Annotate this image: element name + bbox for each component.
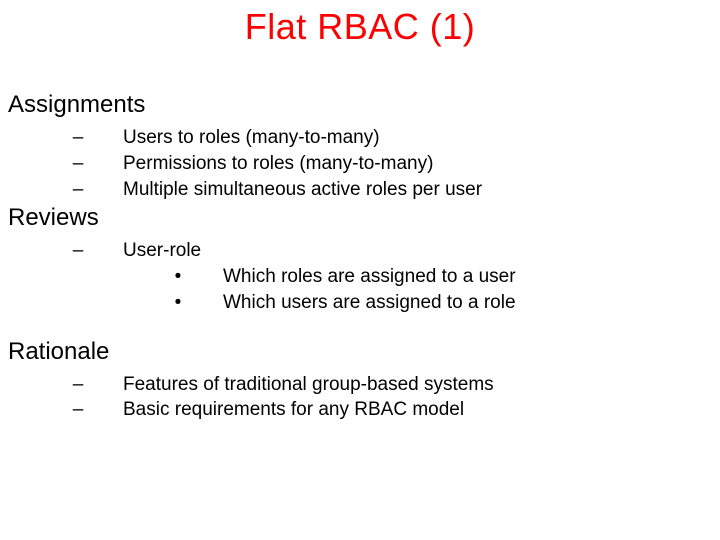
dash-icon: – [63, 239, 93, 263]
list-item: – Users to roles (many-to-many) [8, 126, 708, 150]
list-item-text: Basic requirements for any RBAC model [123, 398, 464, 422]
section-heading-rationale: Rationale [8, 337, 708, 367]
list-item: – Basic requirements for any RBAC model [8, 398, 708, 422]
sub-list-item-text: Which roles are assigned to a user [223, 265, 516, 289]
sub-list-item: • Which users are assigned to a role [8, 291, 708, 315]
slide-title: Flat RBAC (1) [0, 6, 720, 48]
slide-body: Assignments – Users to roles (many-to-ma… [8, 90, 708, 424]
list-item: – Multiple simultaneous active roles per… [8, 178, 708, 202]
list-item: – Features of traditional group-based sy… [8, 373, 708, 397]
dash-icon: – [63, 152, 93, 176]
sub-list-item: • Which roles are assigned to a user [8, 265, 708, 289]
slide: Flat RBAC (1) Assignments – Users to rol… [0, 0, 720, 540]
section-heading-assignments: Assignments [8, 90, 708, 120]
list-item: – Permissions to roles (many-to-many) [8, 152, 708, 176]
sub-list-item-text: Which users are assigned to a role [223, 291, 516, 315]
dash-icon: – [63, 178, 93, 202]
section-heading-reviews: Reviews [8, 203, 708, 233]
bullet-icon: • [163, 265, 193, 289]
list-item-text: Users to roles (many-to-many) [123, 126, 380, 150]
list-item: – User-role [8, 239, 708, 263]
list-item-text: Features of traditional group-based syst… [123, 373, 494, 397]
dash-icon: – [63, 126, 93, 150]
bullet-icon: • [163, 291, 193, 315]
dash-icon: – [63, 398, 93, 422]
list-item-text: User-role [123, 239, 201, 263]
dash-icon: – [63, 373, 93, 397]
list-item-text: Multiple simultaneous active roles per u… [123, 178, 482, 202]
list-item-text: Permissions to roles (many-to-many) [123, 152, 433, 176]
